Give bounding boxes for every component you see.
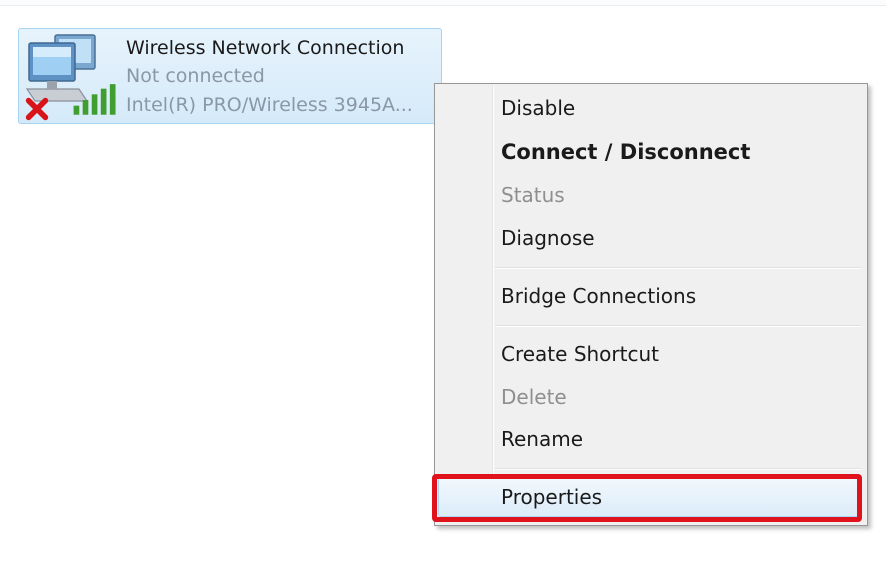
wireless-connection-item[interactable]: Wireless Network Connection Not connecte… (18, 28, 442, 124)
context-menu: Disable Connect / Disconnect Status Diag… (434, 83, 868, 526)
connection-name: Wireless Network Connection (126, 37, 405, 59)
signal-bars-icon (73, 84, 116, 115)
connection-device: Intel(R) PRO/Wireless 3945A... (126, 94, 413, 116)
menu-item-properties[interactable]: Properties (501, 484, 602, 510)
menu-item-delete[interactable]: Delete (501, 384, 567, 410)
menu-item-status[interactable]: Status (501, 182, 565, 208)
menu-item-rename[interactable]: Rename (501, 426, 583, 452)
menu-separator (495, 325, 861, 327)
menu-item-connect-disconnect[interactable]: Connect / Disconnect (501, 139, 750, 165)
menu-item-diagnose[interactable]: Diagnose (501, 225, 595, 251)
red-x-icon (25, 97, 49, 121)
menu-item-disable[interactable]: Disable (501, 95, 575, 121)
menu-separator (495, 267, 861, 269)
connection-status: Not connected (126, 65, 265, 87)
menu-separator (495, 468, 861, 470)
menu-item-create-shortcut[interactable]: Create Shortcut (501, 341, 659, 367)
menu-icon-gutter (492, 86, 494, 523)
window-top-edge (0, 0, 886, 6)
menu-item-bridge-connections[interactable]: Bridge Connections (501, 283, 696, 309)
